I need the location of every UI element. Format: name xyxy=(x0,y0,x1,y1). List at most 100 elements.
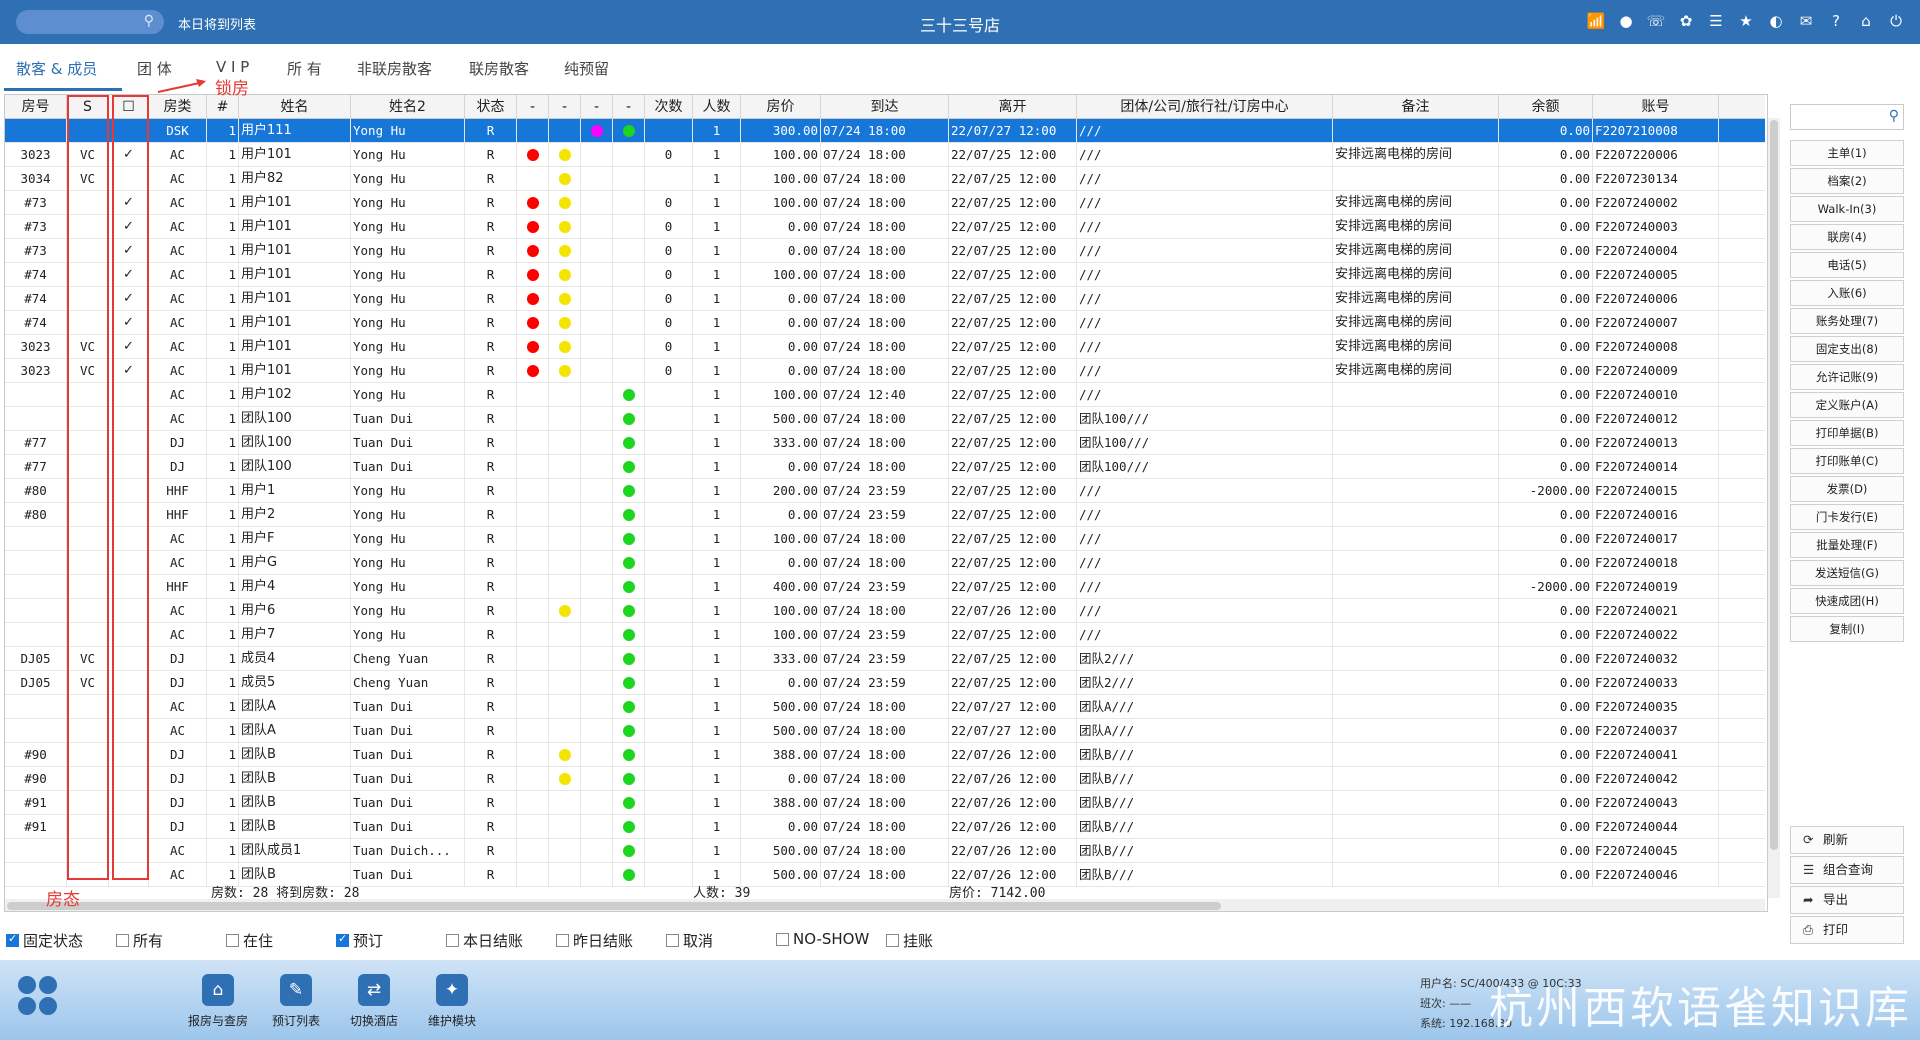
action-button-9[interactable]: 允许记账(9) xyxy=(1790,364,1904,390)
action-button-3[interactable]: Walk-In(3) xyxy=(1790,196,1904,222)
filter-checkbox-1[interactable]: 固定状态 xyxy=(6,930,83,951)
export-button[interactable]: ➦ 导出 xyxy=(1790,886,1904,914)
palette-icon[interactable]: ✿ xyxy=(1676,11,1696,31)
tab-linked-walkin[interactable]: 联房散客 xyxy=(469,58,529,79)
col-room-type[interactable]: 房类 xyxy=(149,95,207,119)
filter-checkbox-7[interactable]: 取消 xyxy=(666,930,713,951)
col-account[interactable]: 账号 xyxy=(1593,95,1719,119)
table-row[interactable]: 3023 VC ✓ AC 1 用户101 Yong Hu R 0 1 0.00 07/24 18:00… xyxy=(5,359,1765,383)
action-button-15[interactable]: 批量处理(F) xyxy=(1790,532,1904,558)
home-icon[interactable]: ⌂ xyxy=(1856,11,1876,31)
action-button-10[interactable]: 定义账户(A) xyxy=(1790,392,1904,418)
col-name2[interactable]: 姓名2 xyxy=(351,95,465,119)
checkbox[interactable] xyxy=(556,934,569,947)
horizontal-scrollbar[interactable] xyxy=(5,899,1765,911)
table-row[interactable]: AC 1 团队A Tuan Dui R 1 500.00 07/24 18:00 22/07/2… xyxy=(5,719,1765,743)
theme-icon[interactable]: ◐ xyxy=(1766,11,1786,31)
action-button-17[interactable]: 快速成团(H) xyxy=(1790,588,1904,614)
filter-checkbox-8[interactable]: NO-SHOW xyxy=(776,930,869,948)
print-button[interactable]: ⎙ 打印 xyxy=(1790,916,1904,944)
action-button-13[interactable]: 发票(D) xyxy=(1790,476,1904,502)
tab-all[interactable]: 所 有 xyxy=(287,58,322,79)
table-row[interactable]: 3023 VC ✓ AC 1 用户101 Yong Hu R 0 1 0.00 07/24 18:00… xyxy=(5,335,1765,359)
checkbox[interactable] xyxy=(116,934,129,947)
module-house-search[interactable]: ⌂ 报房与查房 xyxy=(178,974,258,1029)
table-row[interactable]: HHF 1 用户4 Yong Hu R 1 400.00 07/24 23:59 22/07/2… xyxy=(5,575,1765,599)
power-icon[interactable]: ⏻ xyxy=(1886,11,1906,31)
table-row[interactable]: #80 HHF 1 用户2 Yong Hu R 1 0.00 07/24 23:59 22/07/… xyxy=(5,503,1765,527)
checkbox[interactable] xyxy=(886,934,899,947)
table-row[interactable]: #77 DJ 1 团队100 Tuan Dui R 1 0.00 07/24 18:00 22/0… xyxy=(5,455,1765,479)
table-row[interactable]: #74 ✓ AC 1 用户101 Yong Hu R 0 1 0.00 07/24 18:00 22/… xyxy=(5,311,1765,335)
filter-checkbox-5[interactable]: 本日结账 xyxy=(446,930,523,951)
star-icon[interactable]: ★ xyxy=(1736,11,1756,31)
wifi-icon[interactable]: 📶 xyxy=(1586,11,1606,31)
table-row[interactable]: #91 DJ 1 团队B Tuan Dui R 1 388.00 07/24 18:00 22/0… xyxy=(5,791,1765,815)
table-row[interactable]: #73 ✓ AC 1 用户101 Yong Hu R 0 1 0.00 07/24 18:00 22/… xyxy=(5,215,1765,239)
chat-icon[interactable]: ● xyxy=(1616,11,1636,31)
col-times[interactable]: 次数 xyxy=(645,95,693,119)
refresh-button[interactable]: ⟳ 刷新 xyxy=(1790,826,1904,854)
table-row[interactable]: AC 1 用户G Yong Hu R 1 0.00 07/24 18:00 22/07/25 1… xyxy=(5,551,1765,575)
tab-walkin-members[interactable]: 散客 & 成员 xyxy=(16,58,97,79)
col-balance[interactable]: 余额 xyxy=(1499,95,1593,119)
filter-checkbox-9[interactable]: 挂账 xyxy=(886,930,933,951)
action-button-12[interactable]: 打印账单(C) xyxy=(1790,448,1904,474)
table-row[interactable]: #91 DJ 1 团队B Tuan Dui R 1 0.00 07/24 18:00 22/07/… xyxy=(5,815,1765,839)
checkbox[interactable] xyxy=(776,932,789,946)
horizontal-scroll-thumb[interactable] xyxy=(7,902,1221,910)
table-row[interactable]: AC 1 用户102 Yong Hu R 1 100.00 07/24 12:40 22/07/… xyxy=(5,383,1765,407)
col-arrive[interactable]: 到达 xyxy=(821,95,949,119)
module-wrench[interactable]: ✦ 维护模块 xyxy=(412,974,492,1029)
list-button[interactable]: ☰ 组合查询 xyxy=(1790,856,1904,884)
action-button-7[interactable]: 账务处理(7) xyxy=(1790,308,1904,334)
col-room[interactable]: 房号 xyxy=(5,95,67,119)
tab-pure-reservation[interactable]: 纯预留 xyxy=(564,58,609,79)
action-button-2[interactable]: 档案(2) xyxy=(1790,168,1904,194)
table-row[interactable]: DSK 1 用户111 Yong Hu R 1 300.00 07/24 18:00 22/07… xyxy=(5,119,1765,143)
col-depart[interactable]: 离开 xyxy=(949,95,1077,119)
table-row[interactable]: #80 HHF 1 用户1 Yong Hu R 1 200.00 07/24 23:59 22/0… xyxy=(5,479,1765,503)
search-icon[interactable]: ⚲ xyxy=(1889,108,1899,124)
col-remark[interactable]: 备注 xyxy=(1333,95,1499,119)
vertical-scroll-thumb[interactable] xyxy=(1770,120,1778,850)
action-button-6[interactable]: 入账(6) xyxy=(1790,280,1904,306)
table-row[interactable]: DJ05 VC DJ 1 成员5 Cheng Yuan R 1 0.00 07/24 23:59 2… xyxy=(5,671,1765,695)
table-row[interactable]: AC 1 用户F Yong Hu R 1 100.00 07/24 18:00 22/07/25… xyxy=(5,527,1765,551)
action-button-18[interactable]: 复制(I) xyxy=(1790,616,1904,642)
table-row[interactable]: DJ05 VC DJ 1 成员4 Cheng Yuan R 1 333.00 07/24 23:5… xyxy=(5,647,1765,671)
checkbox[interactable] xyxy=(6,932,19,947)
checkbox[interactable] xyxy=(446,934,459,947)
table-row[interactable]: #74 ✓ AC 1 用户101 Yong Hu R 0 1 100.00 07/24 18:00 2… xyxy=(5,263,1765,287)
table-row[interactable]: #73 ✓ AC 1 用户101 Yong Hu R 0 1 0.00 07/24 18:00 22/… xyxy=(5,239,1765,263)
col-people[interactable]: 人数 xyxy=(693,95,741,119)
menu-icon[interactable]: ☰ xyxy=(1706,11,1726,31)
table-row[interactable]: AC 1 团队A Tuan Dui R 1 500.00 07/24 18:00 22/07/2… xyxy=(5,695,1765,719)
col-name[interactable]: 姓名 xyxy=(239,95,351,119)
col-flag4[interactable]: - xyxy=(613,95,645,119)
module-switch-hotel[interactable]: ⇄ 切换酒店 xyxy=(334,974,414,1029)
checkbox[interactable] xyxy=(666,934,679,947)
action-button-14[interactable]: 门卡发行(E) xyxy=(1790,504,1904,530)
table-row[interactable]: #90 DJ 1 团队B Tuan Dui R 1 0.00 07/24 18:00 22/07/… xyxy=(5,767,1765,791)
filter-checkbox-2[interactable]: 所有 xyxy=(116,930,163,951)
table-row[interactable]: #74 ✓ AC 1 用户101 Yong Hu R 0 1 0.00 07/24 18:00 22/… xyxy=(5,287,1765,311)
action-button-4[interactable]: 联房(4) xyxy=(1790,224,1904,250)
col-group[interactable]: 团体/公司/旅行社/订房中心 xyxy=(1077,95,1333,119)
table-row[interactable]: AC 1 用户6 Yong Hu R 1 100.00 07/24 18:00 22/07/26… xyxy=(5,599,1765,623)
table-row[interactable]: #77 DJ 1 团队100 Tuan Dui R 1 333.00 07/24 18:00 22… xyxy=(5,431,1765,455)
table-row[interactable]: 3023 VC ✓ AC 1 用户101 Yong Hu R 0 1 100.00 07/24 18:… xyxy=(5,143,1765,167)
module-booking-list[interactable]: ✎ 预订列表 xyxy=(256,974,336,1029)
filter-checkbox-4[interactable]: 预订 xyxy=(336,930,383,951)
table-row[interactable]: AC 1 团队100 Tuan Dui R 1 500.00 07/24 18:00 22/07… xyxy=(5,407,1765,431)
mail-icon[interactable]: ✉ xyxy=(1796,11,1816,31)
filter-checkbox-3[interactable]: 在住 xyxy=(226,930,273,951)
action-button-11[interactable]: 打印单据(B) xyxy=(1790,420,1904,446)
table-row[interactable]: AC 1 团队成员1 Tuan Duich... R 1 500.00 07/24 18:00… xyxy=(5,839,1765,863)
table-row[interactable]: AC 1 用户7 Yong Hu R 1 100.00 07/24 23:59 22/07/25… xyxy=(5,623,1765,647)
help-icon[interactable]: ? xyxy=(1826,11,1846,31)
table-row[interactable]: #90 DJ 1 团队B Tuan Dui R 1 388.00 07/24 18:00 22/0… xyxy=(5,743,1765,767)
col-flag1[interactable]: - xyxy=(517,95,549,119)
table-row[interactable]: 3034 VC AC 1 用户82 Yong Hu R 1 100.00 07/24 18:00 2… xyxy=(5,167,1765,191)
col-rate[interactable]: 房价 xyxy=(741,95,821,119)
